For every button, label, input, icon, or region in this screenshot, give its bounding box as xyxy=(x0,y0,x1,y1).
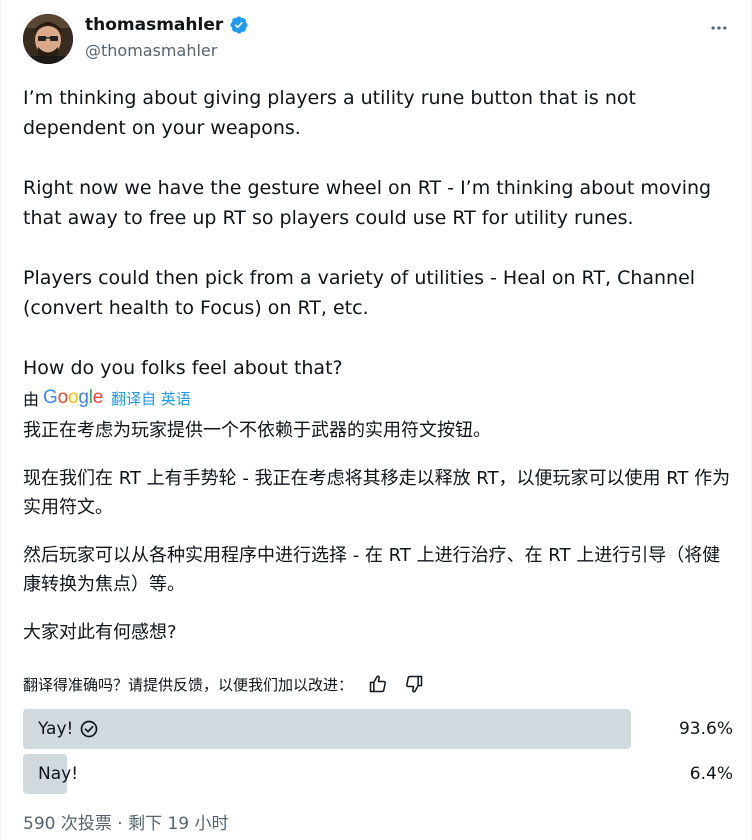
google-logo-letter: e xyxy=(92,387,104,408)
avatar[interactable] xyxy=(23,14,73,64)
translated-by-label: 由 xyxy=(23,390,40,409)
feedback-prompt: 翻译得准确吗？请提供反馈，以便我们加以改进： xyxy=(23,675,354,694)
thumbs-up-button[interactable] xyxy=(367,673,389,695)
poll-option-percent: 6.4% xyxy=(689,764,733,784)
thumbs-down-button[interactable] xyxy=(403,673,425,695)
translated-text: 我正在考虑为玩家提供一个不依赖于武器的实用符文按钮。 现在我们在 RT 上有手势… xyxy=(23,416,735,666)
google-logo-letter: o xyxy=(67,387,79,408)
poll-option-label-row: Nay! xyxy=(38,754,78,794)
tweet-paragraph: I’m thinking about giving players a util… xyxy=(23,87,636,139)
translation-feedback-row: 翻译得准确吗？请提供反馈，以便我们加以改进： xyxy=(23,672,425,696)
tweet-paragraph: Players could then pick from a variety o… xyxy=(23,267,696,319)
author-handle[interactable]: @thomasmahler xyxy=(85,41,217,60)
translated-paragraph: 然后玩家可以从各种实用程序中进行选择 - 在 RT 上进行治疗、在 RT 上进行… xyxy=(23,545,721,595)
translated-paragraph: 我正在考虑为玩家提供一个不依赖于武器的实用符文按钮。 xyxy=(23,420,491,441)
poll-option-percent: 93.6% xyxy=(678,719,733,739)
google-logo-letter: g xyxy=(78,387,89,408)
tweet-paragraph: How do you folks feel about that? xyxy=(23,357,343,379)
translated-paragraph: 现在我们在 RT 上有手势轮 - 我正在考虑将其移走以释放 RT，以便玩家可以使… xyxy=(23,468,731,518)
translated-by-row: 由 Google 翻译自 英语 xyxy=(23,385,191,411)
google-logo-letter: G xyxy=(43,387,58,408)
translated-paragraph: 大家对此有何感想? xyxy=(23,622,177,643)
avatar-image xyxy=(23,14,73,64)
google-logo-letter: o xyxy=(57,387,69,408)
author-display-name[interactable]: thomasmahler xyxy=(85,15,223,35)
verified-badge-icon xyxy=(230,16,248,34)
google-logo: Google xyxy=(43,387,103,409)
thumbs-up-icon xyxy=(369,675,386,693)
thumbs-down-icon xyxy=(406,675,423,693)
author-name-row: thomasmahler xyxy=(85,15,249,35)
source-language-link[interactable]: 翻译自 英语 xyxy=(111,388,191,409)
poll-option-label: Yay! xyxy=(38,719,74,739)
tweet-text: I’m thinking about giving players a util… xyxy=(23,83,733,383)
poll-bar xyxy=(23,709,631,749)
tweet-card: thomasmahler @thomasmahler I’m thinking … xyxy=(0,0,752,840)
more-options-icon xyxy=(711,26,727,30)
tweet-paragraph: Right now we have the gesture wheel on R… xyxy=(23,177,712,229)
poll-option-label-row: Yay! xyxy=(38,709,99,749)
poll-option-yay: Yay! 93.6% xyxy=(23,709,733,749)
poll-option-nay: Nay! 6.4% xyxy=(23,754,733,794)
poll-meta: 590 次投票 · 剩下 19 小时 xyxy=(23,814,229,834)
more-options-button[interactable] xyxy=(705,14,733,42)
poll-option-label: Nay! xyxy=(38,764,79,784)
check-circle-icon xyxy=(81,720,98,738)
